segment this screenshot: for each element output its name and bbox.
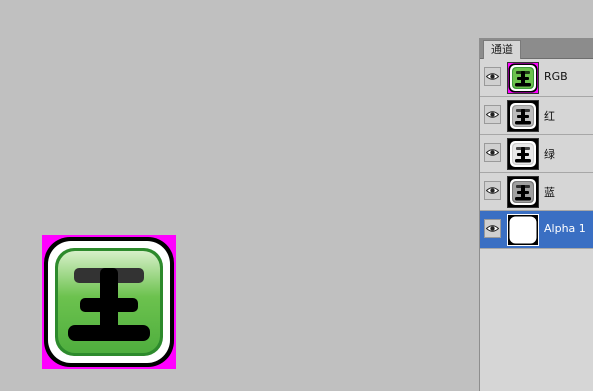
- channel-label: 绿: [544, 148, 555, 161]
- channel-label: RGB: [544, 70, 568, 83]
- eye-icon[interactable]: [484, 181, 501, 200]
- channel-row[interactable]: 红: [480, 97, 593, 135]
- eye-icon[interactable]: [484, 105, 501, 124]
- eye-icon[interactable]: [484, 219, 501, 238]
- app-icon-image: [44, 237, 174, 367]
- channel-thumbnail: [507, 138, 539, 170]
- channel-thumbnail: [507, 100, 539, 132]
- channel-label: 蓝: [544, 186, 555, 199]
- channel-row[interactable]: 蓝: [480, 173, 593, 211]
- panel-tab-bar: 通道: [480, 38, 593, 59]
- channel-thumbnail: [507, 176, 539, 208]
- channel-thumbnail: [507, 62, 539, 94]
- channel-list: RGB 红绿蓝 Alpha 1: [480, 59, 593, 249]
- channel-row[interactable]: RGB: [480, 59, 593, 97]
- channel-row[interactable]: Alpha 1: [480, 211, 593, 249]
- channel-label: 红: [544, 110, 555, 123]
- eye-icon[interactable]: [484, 143, 501, 162]
- channel-thumbnail: [507, 214, 539, 246]
- channels-panel: 通道 RGB 红绿蓝 Alpha 1: [479, 38, 593, 391]
- eye-icon[interactable]: [484, 67, 501, 86]
- tab-channels[interactable]: 通道: [483, 40, 521, 59]
- channel-row[interactable]: 绿: [480, 135, 593, 173]
- channel-label: Alpha 1: [544, 222, 586, 235]
- document-canvas[interactable]: [42, 235, 176, 369]
